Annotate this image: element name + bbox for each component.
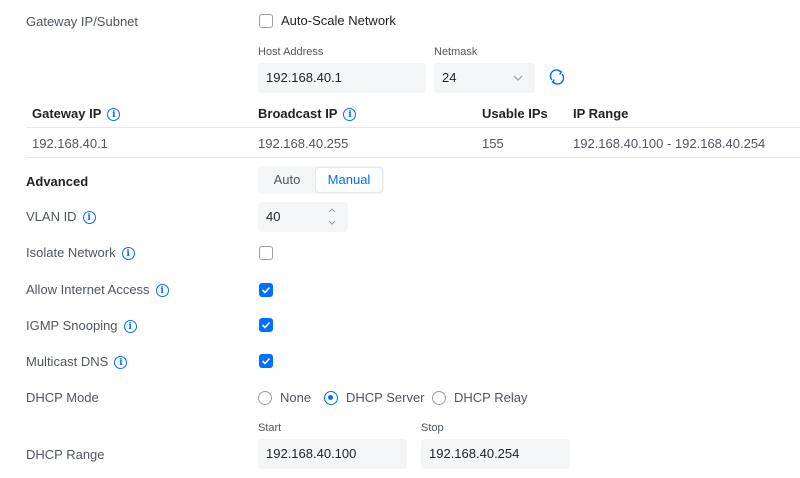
- igmp-snooping-checkbox[interactable]: [259, 318, 273, 332]
- allow-internet-label: Allow Internet Access i: [26, 282, 169, 298]
- dhcp-mode-server-label: DHCP Server: [346, 390, 425, 405]
- stepper-up-icon[interactable]: [328, 207, 336, 213]
- dhcp-mode-label: DHCP Mode: [26, 390, 99, 405]
- netmask-select[interactable]: 24: [434, 63, 535, 93]
- dhcp-start-input[interactable]: 192.168.40.100: [258, 439, 407, 469]
- dhcp-mode-radio-relay[interactable]: [432, 391, 446, 405]
- chevron-down-icon: [513, 75, 523, 81]
- multicast-dns-checkbox[interactable]: [259, 354, 273, 368]
- host-address-input[interactable]: 192.168.40.1: [258, 63, 426, 93]
- info-icon[interactable]: i: [121, 247, 135, 261]
- table-divider: [26, 157, 800, 158]
- dhcp-mode-radio-none[interactable]: [258, 391, 272, 405]
- dhcp-stop-input[interactable]: 192.168.40.254: [421, 439, 570, 469]
- vlan-id-label: VLAN ID i: [26, 209, 96, 225]
- dhcp-start-label: Start: [258, 422, 282, 434]
- check-icon: [261, 357, 271, 365]
- dhcp-mode-none-label: None: [280, 390, 312, 405]
- check-icon: [261, 321, 271, 329]
- igmp-snooping-label: IGMP Snooping i: [26, 318, 137, 334]
- gateway-subnet-label: Gateway IP/Subnet: [26, 14, 139, 29]
- dhcp-mode-relay-label: DHCP Relay: [454, 390, 528, 405]
- isolate-network-label: Isolate Network i: [26, 245, 135, 261]
- dhcp-stop-label: Stop: [421, 422, 444, 434]
- info-icon[interactable]: i: [114, 356, 128, 370]
- table-cell-broadcast-ip: 192.168.40.255: [258, 136, 349, 151]
- advanced-toggle: Auto Manual: [258, 166, 384, 194]
- table-header-gateway-ip: Gateway IP i: [32, 106, 121, 122]
- netmask-label: Netmask: [434, 46, 478, 58]
- host-address-label: Host Address: [258, 46, 324, 58]
- info-icon[interactable]: i: [107, 108, 121, 122]
- info-icon[interactable]: i: [343, 108, 357, 122]
- table-cell-ip-range: 192.168.40.100 - 192.168.40.254: [573, 136, 766, 151]
- info-icon[interactable]: i: [123, 320, 137, 334]
- multicast-dns-label: Multicast DNS i: [26, 354, 128, 370]
- advanced-option-manual[interactable]: Manual: [316, 168, 382, 192]
- dhcp-range-label: DHCP Range: [26, 447, 105, 462]
- refresh-icon[interactable]: [548, 68, 566, 86]
- table-header-usable-ips: Usable IPs: [482, 106, 548, 121]
- check-icon: [261, 286, 271, 294]
- info-icon[interactable]: i: [155, 284, 169, 298]
- auto-scale-checkbox[interactable]: [259, 14, 273, 28]
- vlan-id-value: 40: [266, 209, 281, 224]
- vlan-id-input[interactable]: 40: [258, 202, 348, 232]
- auto-scale-label: Auto-Scale Network: [281, 13, 396, 28]
- table-cell-usable-ips: 155: [482, 136, 504, 151]
- stepper-down-icon[interactable]: [328, 220, 336, 226]
- dhcp-mode-radio-server[interactable]: [324, 391, 338, 405]
- table-header-broadcast-ip: Broadcast IP i: [258, 106, 357, 122]
- info-icon[interactable]: i: [82, 211, 96, 225]
- advanced-option-auto[interactable]: Auto: [258, 166, 316, 194]
- advanced-label: Advanced: [26, 174, 89, 189]
- table-header-ip-range: IP Range: [573, 106, 629, 121]
- table-cell-gateway-ip: 192.168.40.1: [32, 136, 108, 151]
- table-divider: [26, 127, 800, 128]
- allow-internet-checkbox[interactable]: [259, 283, 273, 297]
- netmask-value: 24: [442, 70, 457, 85]
- isolate-network-checkbox[interactable]: [259, 246, 273, 260]
